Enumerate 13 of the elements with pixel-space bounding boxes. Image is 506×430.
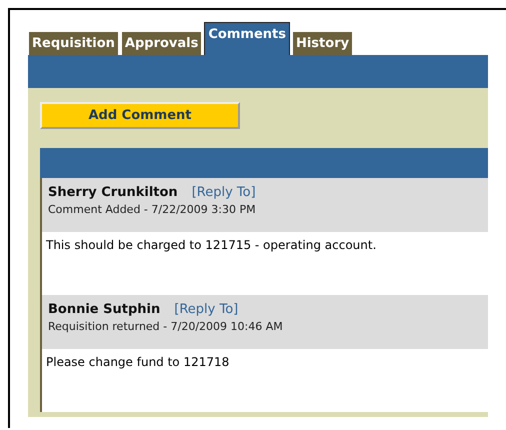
tab[interactable]: History [292,31,354,55]
tab[interactable]: Comments [204,22,290,55]
tab[interactable]: Requisition [28,31,119,55]
comment-text: This should be charged to 121715 - operating account. [46,238,376,252]
comment-author: Sherry Crunkilton [48,185,178,200]
add-comment-button[interactable]: Add Comment [40,102,240,129]
reply-link[interactable]: [Reply To] [192,185,256,200]
comment-meta: Requisition returned - 7/20/2009 10:46 AM [48,320,284,333]
reply-link[interactable]: [Reply To] [174,302,238,317]
comment-author: Bonnie Sutphin [48,302,160,317]
tab[interactable]: Approvals [120,31,202,55]
comment-meta: Comment Added - 7/22/2009 3:30 PM [48,203,257,216]
comment-text: Please change fund to 121718 [46,355,230,369]
